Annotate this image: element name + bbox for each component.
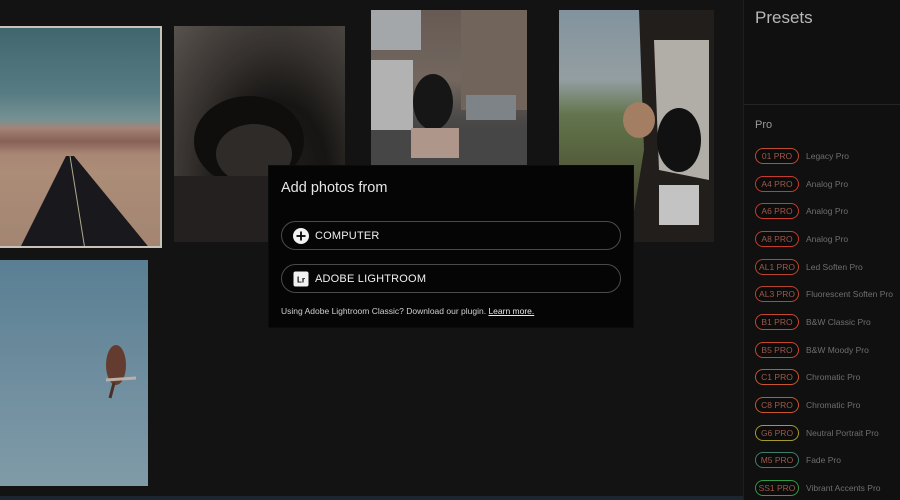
presets-title: Presets [755,8,813,27]
preset-badge: C8 PRO [755,397,799,414]
plugin-note: Using Adobe Lightroom Classic? Download … [281,306,534,316]
preset-item[interactable]: AL1 PRO Led Soften Pro [755,253,900,281]
photo-city-street[interactable] [371,10,527,165]
learn-more-link[interactable]: Learn more. [488,306,534,316]
lightroom-label: ADOBE LIGHTROOM [315,272,427,285]
preset-name: Fade Pro [806,455,841,466]
preset-badge: G6 PRO [755,424,799,441]
preset-badge: SS1 PRO [755,480,799,497]
preset-badge: A8 PRO [755,230,799,247]
preset-name: Vibrant Accents Pro [806,483,881,494]
preset-item[interactable]: A6 PRO Analog Pro [755,197,900,225]
preset-badge: B1 PRO [755,313,799,330]
preset-item[interactable]: AL3 PRO Fluorescent Soften Pro [755,280,900,308]
preset-item[interactable]: 01 PRO Legacy Pro [755,142,900,170]
preset-item[interactable]: G6 PRO Neutral Portrait Pro [755,419,900,447]
preset-name: Legacy Pro [806,150,849,161]
preset-badge: AL3 PRO [755,286,799,303]
preset-item[interactable]: C1 PRO Chromatic Pro [755,364,900,392]
preset-name: Analog Pro [806,178,849,189]
preset-item[interactable]: A8 PRO Analog Pro [755,225,900,253]
preset-list: 01 PRO Legacy Pro A4 PRO Analog Pro A6 PRO An… [755,142,900,500]
preset-name: Chromatic Pro [806,400,861,411]
app-window: Presets Pro 01 PRO Legacy Pro A4 PRO Analog… [0,0,900,500]
photo-desert-road[interactable] [0,26,162,248]
dialog-title: Add photos from [281,180,388,196]
preset-item[interactable]: A4 PRO Analog Pro [755,170,900,198]
preset-name: Led Soften Pro [806,261,863,272]
preset-name: Analog Pro [806,206,849,217]
section-title-pro: Pro [755,119,773,131]
sidebar-divider [744,104,900,105]
preset-badge: A4 PRO [755,175,799,192]
preset-badge: AL1 PRO [755,258,799,275]
preset-item[interactable]: M5 PRO Fade Pro [755,447,900,475]
lightroom-icon: Lr [293,271,309,287]
preset-name: Chromatic Pro [806,372,861,383]
preset-item[interactable]: SS1 PRO Vibrant Accents Pro [755,474,900,500]
computer-label: COMPUTER [315,229,380,242]
presets-sidebar: Presets Pro 01 PRO Legacy Pro A4 PRO Analog… [743,0,900,500]
preset-name: Analog Pro [806,233,849,244]
plugin-note-text: Using Adobe Lightroom Classic? Download … [281,306,487,316]
preset-badge: M5 PRO [755,452,799,469]
plus-circle-icon [293,227,309,244]
add-photos-dialog: Add photos from COMPUTER Lr ADOBE LIGHTR… [269,166,633,327]
preset-item[interactable]: B1 PRO B&W Classic Pro [755,308,900,336]
photo-sky-jump[interactable] [0,260,148,486]
preset-badge: B5 PRO [755,341,799,358]
gallery-bottom-edge [0,496,743,500]
preset-name: B&W Classic Pro [806,316,871,327]
preset-name: Neutral Portrait Pro [806,427,879,438]
lightroom-icon-text: Lr [297,275,305,284]
preset-badge: 01 PRO [755,147,799,164]
add-from-lightroom-button[interactable]: Lr ADOBE LIGHTROOM [281,264,621,293]
preset-item[interactable]: B5 PRO B&W Moody Pro [755,336,900,364]
preset-name: B&W Moody Pro [806,344,869,355]
preset-item[interactable]: C8 PRO Chromatic Pro [755,391,900,419]
add-from-computer-button[interactable]: COMPUTER [281,221,621,250]
preset-badge: C1 PRO [755,369,799,386]
preset-name: Fluorescent Soften Pro [806,289,893,300]
preset-badge: A6 PRO [755,203,799,220]
